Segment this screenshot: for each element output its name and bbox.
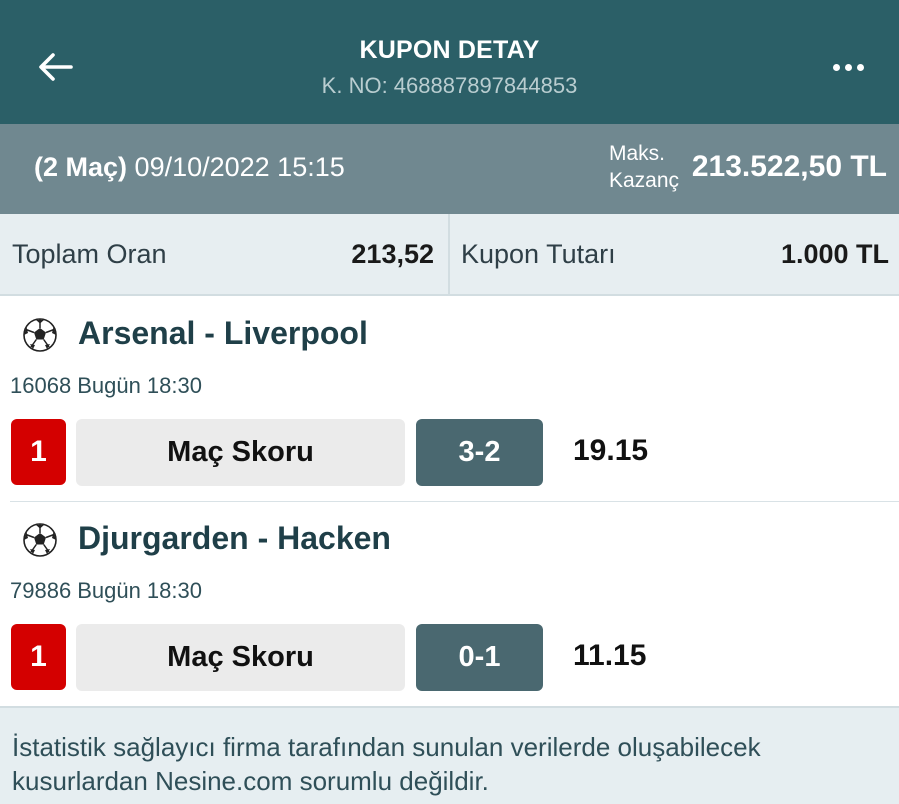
total-odds-cell: Toplam Oran 213,52 — [0, 214, 450, 294]
selection-badge: 0-1 — [416, 624, 543, 691]
max-win-value: 213.522,50 TL — [691, 150, 887, 183]
total-odds-label: Toplam Oran — [12, 239, 167, 269]
soccer-ball-icon — [23, 523, 57, 557]
match-item[interactable]: Arsenal - Liverpool 16068 Bugün 18:30 1 M… — [0, 297, 899, 503]
selection-odd: 19.15 — [573, 434, 649, 467]
match-item[interactable]: Djurgarden - Hacken 79886 Bugün 18:30 1 M… — [0, 502, 899, 708]
coupon-summary-bar: (2 Maç) 09/10/2022 15:15 Maks. Kazanç 21… — [0, 124, 899, 214]
match-meta: 16068 Bugün 18:30 — [10, 373, 202, 399]
total-odds-value: 213,52 — [351, 239, 434, 269]
coupon-date-info: (2 Maç) 09/10/2022 15:15 — [34, 152, 345, 183]
market-name: Maç Skoru — [76, 419, 405, 486]
stake-label: Kupon Tutarı — [461, 239, 616, 269]
more-options-button[interactable] — [822, 50, 874, 84]
match-code: 16068 — [10, 373, 72, 398]
disclaimer-text: İstatistik sağlayıcı firma tarafından su… — [12, 732, 761, 796]
match-meta: 79886 Bugün 18:30 — [10, 578, 202, 604]
page-title: KUPON DETAY — [359, 36, 540, 64]
coupon-datetime: 09/10/2022 15:15 — [134, 152, 345, 182]
stake-value: 1.000 TL — [780, 239, 889, 269]
coupon-number: K. NO: 468887897844853 — [321, 73, 578, 98]
pick-badge: 1 — [11, 419, 66, 485]
more-horizontal-icon — [832, 63, 840, 71]
match-time: Bugün 18:30 — [77, 373, 202, 398]
market-name: Maç Skoru — [76, 624, 405, 691]
selection-badge: 3-2 — [416, 419, 543, 486]
app-header: KUPON DETAY K. NO: 468887897844853 — [0, 0, 899, 124]
soccer-ball-icon — [23, 318, 57, 352]
totals-row: Toplam Oran 213,52 Kupon Tutarı 1.000 TL — [0, 214, 899, 296]
match-teams[interactable]: Djurgarden - Hacken — [78, 520, 391, 557]
match-time: Bugün 18:30 — [77, 578, 202, 603]
disclaimer-footer: İstatistik sağlayıcı firma tarafından su… — [0, 706, 899, 804]
max-win-label: Maks. Kazanç — [609, 142, 680, 192]
match-count: (2 Maç) — [34, 152, 128, 182]
pick-badge: 1 — [11, 624, 66, 690]
match-teams[interactable]: Arsenal - Liverpool — [78, 315, 368, 352]
match-code: 79886 — [10, 578, 72, 603]
stake-cell: Kupon Tutarı 1.000 TL — [451, 214, 899, 294]
selection-odd: 11.15 — [573, 639, 647, 672]
